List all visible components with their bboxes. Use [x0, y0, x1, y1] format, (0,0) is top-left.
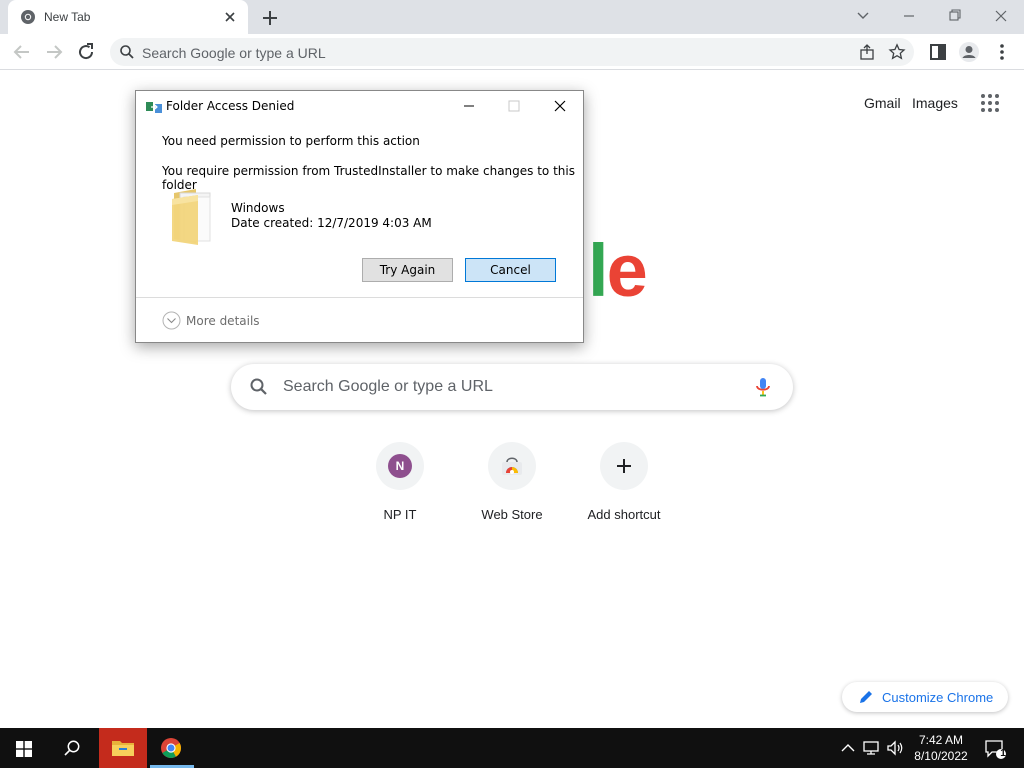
reload-icon[interactable]	[74, 40, 98, 64]
minimize-icon[interactable]	[892, 4, 926, 28]
web-store-icon	[502, 457, 522, 475]
folder-date-created: Date created: 12/7/2019 4:03 AM	[231, 216, 432, 230]
clock-time: 7:42 AM	[918, 733, 964, 747]
dialog-message-secondary: You require permission from TrustedInsta…	[162, 164, 575, 192]
chrome-icon	[21, 10, 35, 24]
bookmark-star-icon[interactable]	[888, 43, 906, 61]
search-icon	[250, 378, 267, 395]
customize-chrome-button[interactable]: Customize Chrome	[842, 682, 1008, 712]
dialog-title: Folder Access Denied	[166, 99, 295, 113]
window-close-icon[interactable]	[984, 4, 1018, 28]
voice-search-mic-icon[interactable]	[753, 376, 773, 398]
folder-move-icon	[146, 102, 162, 113]
tab-strip: New Tab	[0, 0, 1024, 34]
tab-title: New Tab	[44, 10, 91, 24]
menu-kebab-icon[interactable]	[990, 40, 1014, 64]
shortcut-web-store[interactable]: Web Store	[456, 440, 568, 530]
shortcut-tile: N	[376, 442, 424, 490]
taskbar-file-explorer[interactable]	[99, 728, 147, 768]
clock-date: 8/10/2022	[914, 749, 968, 763]
folder-icon	[172, 189, 211, 245]
shortcut-label: Web Store	[481, 507, 543, 522]
address-bar[interactable]: Search Google or type a URL	[110, 38, 914, 66]
logo-letter-l: l	[588, 229, 609, 312]
forward-icon[interactable]	[42, 40, 66, 64]
google-apps-icon[interactable]	[980, 93, 1000, 113]
more-details-toggle[interactable]: More details	[186, 314, 260, 328]
google-search-box[interactable]: Search Google or type a URL	[231, 364, 793, 410]
shortcut-np-it[interactable]: N NP IT	[344, 440, 456, 530]
taskbar: 7:42 AM 8/10/2022 1	[0, 728, 1024, 768]
dialog-maximize-icon	[508, 100, 520, 112]
dialog-divider	[136, 297, 583, 298]
folder-access-denied-dialog: Folder Access Denied You need permission…	[135, 90, 584, 343]
add-shortcut-button[interactable]: Add shortcut	[568, 440, 680, 530]
shortcut-label: Add shortcut	[587, 507, 661, 522]
start-button[interactable]	[0, 728, 48, 768]
chrome-icon	[161, 738, 181, 758]
dialog-message-primary: You need permission to perform this acti…	[162, 134, 420, 148]
search-icon	[120, 45, 134, 59]
file-explorer-icon	[112, 741, 134, 756]
avatar-icon: N	[388, 454, 412, 478]
shortcut-tile	[488, 442, 536, 490]
show-hidden-icons-chevron-icon[interactable]	[838, 738, 858, 758]
browser-toolbar: Search Google or type a URL	[0, 34, 1024, 70]
volume-icon[interactable]	[885, 738, 905, 758]
taskbar-clock[interactable]: 7:42 AM 8/10/2022	[908, 732, 974, 764]
profile-icon[interactable]	[957, 40, 981, 64]
logo-letter-e: e	[606, 229, 648, 312]
tab-close-icon[interactable]	[220, 7, 240, 27]
dialog-minimize-icon[interactable]	[449, 93, 489, 119]
pencil-icon	[860, 691, 872, 703]
restore-icon[interactable]	[938, 4, 972, 28]
tab-new-tab[interactable]: New Tab	[8, 0, 248, 34]
customize-chrome-label: Customize Chrome	[882, 690, 994, 705]
folder-name: Windows	[231, 201, 285, 215]
search-icon	[64, 740, 80, 756]
cancel-button[interactable]: Cancel	[465, 258, 556, 282]
network-icon[interactable]	[862, 738, 882, 758]
search-box-placeholder: Search Google or type a URL	[283, 378, 493, 395]
tab-search-chevron-icon[interactable]	[846, 4, 880, 28]
shortcut-tile	[600, 442, 648, 490]
shortcut-label: NP IT	[383, 507, 417, 522]
notification-count-badge: 1	[1000, 748, 1006, 759]
expand-chevron-icon[interactable]	[162, 311, 181, 330]
try-again-button[interactable]: Try Again	[362, 258, 453, 282]
share-icon[interactable]	[858, 43, 876, 61]
plus-icon	[617, 459, 631, 473]
taskbar-search-button[interactable]	[48, 728, 96, 768]
new-tab-icon[interactable]	[258, 6, 282, 30]
images-link[interactable]: Images	[912, 95, 958, 111]
windows-logo-icon	[16, 741, 32, 757]
google-logo: le	[588, 228, 648, 313]
side-panel-icon[interactable]	[926, 40, 950, 64]
gmail-link[interactable]: Gmail	[864, 95, 901, 111]
taskbar-chrome[interactable]	[150, 728, 194, 768]
dialog-close-icon[interactable]	[540, 93, 580, 119]
address-bar-placeholder: Search Google or type a URL	[142, 45, 326, 61]
back-icon[interactable]	[10, 40, 34, 64]
